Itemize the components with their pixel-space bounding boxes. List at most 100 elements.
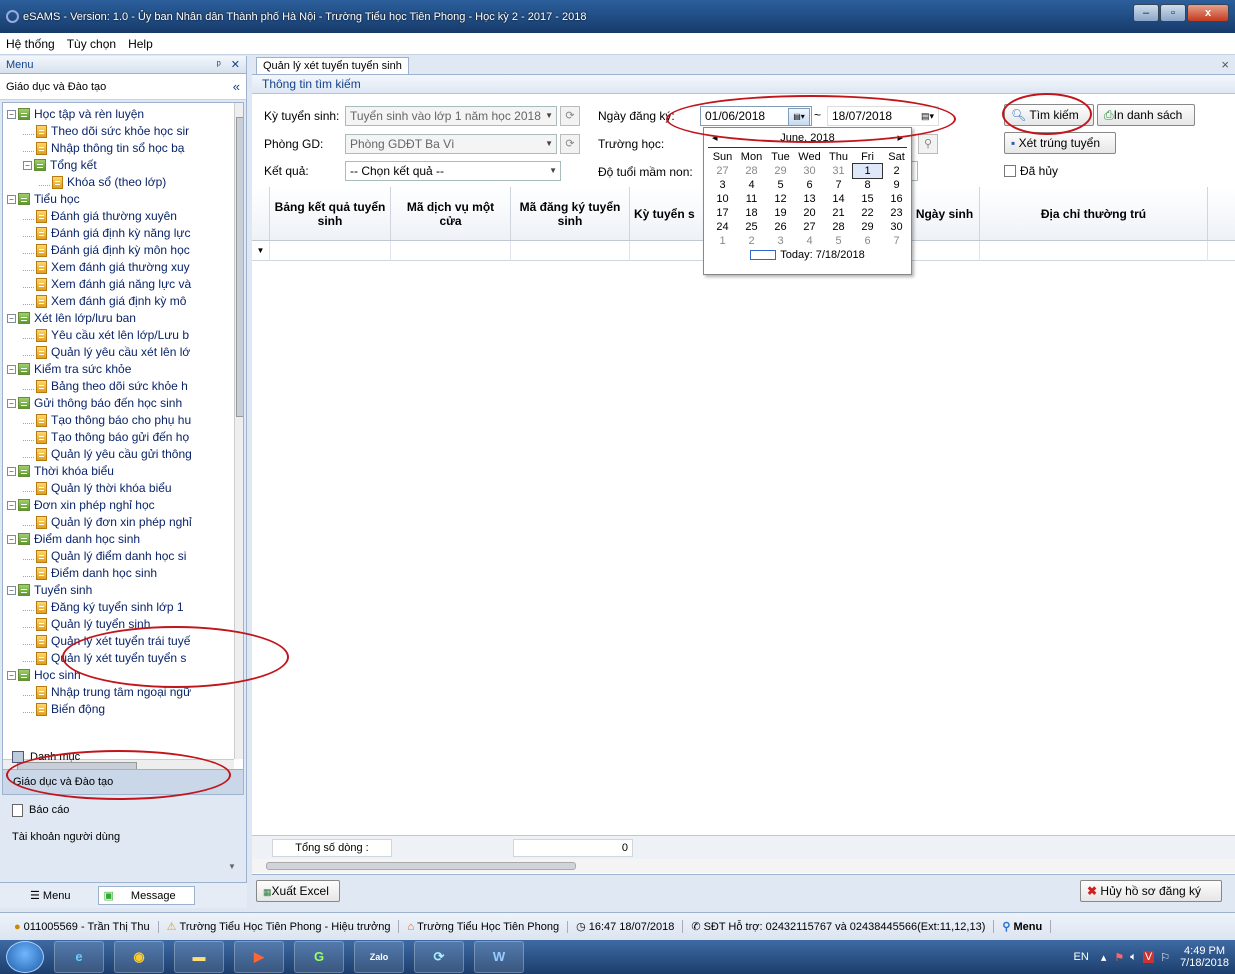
collapse-toggle-icon[interactable]: − <box>7 109 16 119</box>
esams-icon[interactable]: ⟳ <box>414 941 464 973</box>
tree-item[interactable]: − Thời khóa biểu <box>7 463 114 479</box>
tree-item[interactable]: Quản lý yêu cầu gửi thông <box>23 446 192 462</box>
tree-item[interactable]: Điểm danh học sinh <box>23 565 157 581</box>
phong-gd-select[interactable]: Phòng GDĐT Ba Vì ▼ <box>345 134 557 154</box>
language-indicator[interactable]: EN <box>1074 951 1089 963</box>
tree-item[interactable]: Quản lý yêu cầu xét lên lớ <box>23 344 190 360</box>
tree-item[interactable]: Biến động <box>23 701 105 717</box>
collapse-toggle-icon[interactable]: − <box>7 364 16 374</box>
maximize-button[interactable]: ▫ <box>1160 4 1186 22</box>
calendar-day[interactable]: 5 <box>824 234 853 248</box>
calendar-day[interactable]: 30 <box>882 220 911 234</box>
network-icon[interactable]: ⚑ <box>1114 951 1124 964</box>
tree-item[interactable]: Nhập thông tin sổ học bạ <box>23 140 184 156</box>
calendar-day[interactable]: 25 <box>737 220 766 234</box>
xet-trung-tuyen-button[interactable]: ▪ Xét trúng tuyển <box>1004 132 1116 154</box>
tree-item[interactable]: − Gửi thông báo đến học sinh <box>7 395 182 411</box>
nav-bao-cao[interactable]: Báo cáo <box>2 797 244 823</box>
tree-item[interactable]: − Tuyển sinh <box>7 582 92 598</box>
tree-item[interactable]: Quản lý thời khóa biểu <box>23 480 172 496</box>
close-button[interactable]: x <box>1187 4 1229 22</box>
tree-item[interactable]: Xem đánh giá năng lực và <box>23 276 191 292</box>
tree-item[interactable]: Khóa sổ (theo lớp) <box>39 174 166 190</box>
calendar-day[interactable]: 8 <box>853 178 882 192</box>
calendar-day[interactable]: 19 <box>766 206 795 220</box>
calendar-day[interactable]: 28 <box>824 220 853 234</box>
calendar-day[interactable]: 11 <box>737 192 766 206</box>
ket-qua-select[interactable]: -- Chọn kết quả -- ▼ <box>345 161 561 181</box>
calendar-day[interactable]: 18 <box>737 206 766 220</box>
calendar-day[interactable]: 1 <box>708 234 737 248</box>
v-icon[interactable]: V <box>1142 951 1155 963</box>
panel-close-icon[interactable]: ✕ <box>231 59 240 71</box>
tree-item[interactable]: Tạo thông báo gửi đến họ <box>23 429 189 445</box>
calendar-day[interactable]: 27 <box>795 220 824 234</box>
status-menu-button[interactable]: ⚲ Menu <box>994 920 1052 933</box>
calendar-day[interactable]: 6 <box>853 234 882 248</box>
nav-tai-khoan[interactable]: Tài khoản người dùng <box>2 824 244 850</box>
tree-item[interactable]: Theo dõi sức khỏe học sir <box>23 123 189 139</box>
calendar-day[interactable]: 24 <box>708 220 737 234</box>
calendar-day[interactable]: 3 <box>766 234 795 248</box>
print-list-button[interactable]: ⎙In danh sách <box>1097 104 1195 126</box>
tree-item[interactable]: − Kiểm tra sức khỏe <box>7 361 131 377</box>
calendar-day[interactable]: 30 <box>795 164 824 178</box>
tree-item[interactable]: Quản lý điểm danh học si <box>23 548 186 564</box>
folder-icon[interactable]: ▬ <box>174 941 224 973</box>
refresh-icon[interactable]: ⟳ <box>560 134 580 154</box>
col-dia-chi[interactable]: Địa chỉ thường trú <box>980 187 1208 240</box>
ie-icon[interactable]: e <box>54 941 104 973</box>
tree-item[interactable]: − Xét lên lớp/lưu ban <box>7 310 136 326</box>
tray-clock[interactable]: 4:49 PM 7/18/2018 <box>1180 945 1229 969</box>
tree-item[interactable]: Tạo thông báo cho phụ hu <box>23 412 191 428</box>
tree-item[interactable]: − Học tập và rèn luyện <box>7 106 144 122</box>
da-huy-checkbox[interactable] <box>1004 165 1016 177</box>
calendar-day[interactable]: 3 <box>708 178 737 192</box>
volume-icon[interactable]: 🔈︎ <box>1130 951 1137 964</box>
calendar-day[interactable]: 29 <box>853 220 882 234</box>
calendar-day[interactable]: 12 <box>766 192 795 206</box>
tree-item[interactable]: Xem đánh giá định kỳ mô <box>23 293 186 309</box>
tree-item[interactable]: − Đơn xin phép nghỉ học <box>7 497 155 513</box>
calendar-day[interactable]: 23 <box>882 206 911 220</box>
tree-item[interactable]: Bảng theo dõi sức khỏe h <box>23 378 188 394</box>
tab-close-icon[interactable]: × <box>1221 57 1229 72</box>
collapse-toggle-icon[interactable]: − <box>7 313 16 323</box>
calendar-day[interactable]: 4 <box>737 178 766 192</box>
collapse-toggle-icon[interactable]: − <box>7 534 16 544</box>
flag-icon[interactable]: ⚐ <box>1160 951 1170 964</box>
calendar-day[interactable]: 6 <box>795 178 824 192</box>
calendar-day[interactable]: 4 <box>795 234 824 248</box>
collapse-toggle-icon[interactable]: − <box>7 585 16 595</box>
tree-item[interactable]: − Học sinh <box>7 667 81 683</box>
unikey-icon[interactable]: G <box>294 941 344 973</box>
collapse-toggle-icon[interactable]: − <box>23 160 32 170</box>
menu-help[interactable]: Help <box>128 37 153 51</box>
calendar-day[interactable]: 7 <box>882 234 911 248</box>
calendar-day[interactable]: 28 <box>737 164 766 178</box>
window-titlebar[interactable]: eSAMS - Version: 1.0 - Ủy ban Nhân dân T… <box>0 0 1235 33</box>
collapse-icon[interactable]: « <box>233 79 240 94</box>
calendar-today[interactable]: Today: 7/18/2018 <box>704 249 911 261</box>
calendar-day[interactable]: 20 <box>795 206 824 220</box>
calendar-day[interactable]: 29 <box>766 164 795 178</box>
col-bang-ket-qua[interactable]: Bảng kết quả tuyển sinh <box>270 187 391 240</box>
ky-tuyen-sinh-select[interactable]: Tuyển sinh vào lớp 1 năm học 2018 ▼ <box>345 106 557 126</box>
calendar-day[interactable]: 13 <box>795 192 824 206</box>
tree-item[interactable]: Yêu cầu xét lên lớp/Lưu b <box>23 327 189 343</box>
tab-quan-ly-xet-tuyen[interactable]: Quản lý xét tuyển tuyển sinh <box>256 57 409 74</box>
calendar-day[interactable]: 16 <box>882 192 911 206</box>
calendar-day[interactable]: 5 <box>766 178 795 192</box>
collapse-toggle-icon[interactable]: − <box>7 194 16 204</box>
calendar-day[interactable]: 27 <box>708 164 737 178</box>
tree-item[interactable]: Đánh giá định kỳ năng lực <box>23 225 190 241</box>
calendar-day[interactable]: 22 <box>853 206 882 220</box>
calendar-day[interactable]: 2 <box>737 234 766 248</box>
calendar-day[interactable]: 31 <box>824 164 853 178</box>
refresh-icon[interactable]: ⟳ <box>560 106 580 126</box>
col-ngay-sinh[interactable]: Ngày sinh <box>910 187 980 240</box>
col-ma-dich-vu[interactable]: Mã dịch vụ một cửa <box>391 187 511 240</box>
media-player-icon[interactable]: ▶ <box>234 941 284 973</box>
pin-icon[interactable]: ᵖ <box>217 59 221 71</box>
tree-item[interactable]: Xem đánh giá thường xuy <box>23 259 190 275</box>
